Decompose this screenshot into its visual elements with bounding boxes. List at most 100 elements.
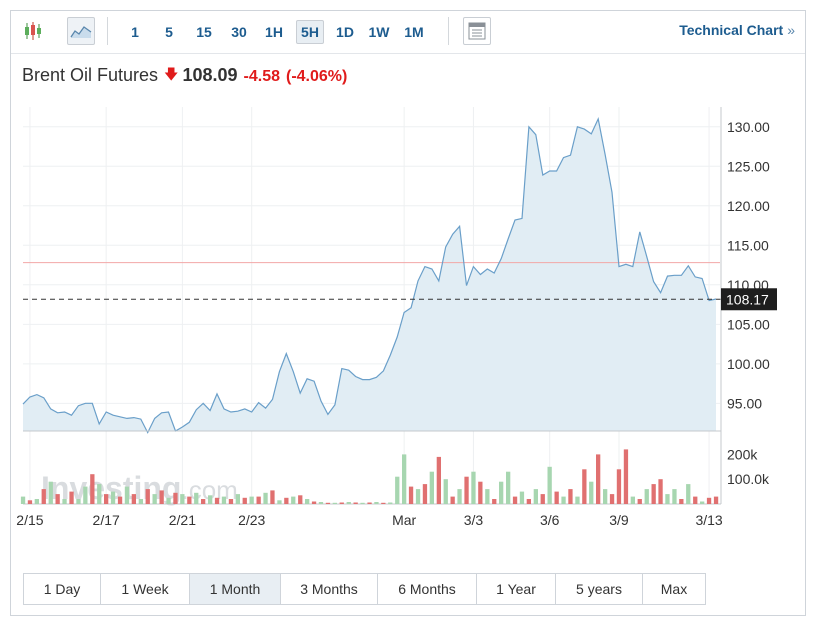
volume-bar (159, 490, 164, 504)
price-tick-label: 115.00 (727, 237, 769, 253)
volume-bar (478, 481, 483, 504)
volume-bar (422, 484, 428, 504)
range-5-years[interactable]: 5 years (556, 574, 643, 604)
volume-bar (62, 499, 67, 504)
last-price: 108.09 (182, 65, 238, 85)
volume-bar (672, 489, 677, 504)
range-1-day[interactable]: 1 Day (24, 574, 101, 604)
date-tick-label: 3/9 (609, 512, 629, 528)
volume-bar (228, 499, 234, 504)
volume-bar (201, 499, 206, 504)
range-3-months[interactable]: 3 Months (281, 574, 378, 604)
volume-bar (325, 502, 331, 504)
volume-bar (651, 484, 656, 504)
volume-bar (83, 486, 88, 504)
range-1-week[interactable]: 1 Week (101, 574, 190, 604)
interval-5[interactable]: 5 (159, 20, 179, 44)
quote-header: Brent Oil Futures 🡇 108.09 -4.58 (-4.06%) (22, 65, 347, 90)
date-tick-label: 2/23 (238, 512, 265, 528)
volume-bar (339, 502, 344, 504)
volume-bar (485, 489, 490, 504)
interval-1w[interactable]: 1W (365, 20, 393, 44)
volume-bar (616, 469, 622, 504)
volume-bar (686, 484, 691, 504)
volume-bar (27, 500, 33, 504)
range-1-year[interactable]: 1 Year (477, 574, 556, 604)
volume-bar (402, 454, 407, 504)
price-chart[interactable]: Investing.com130.00125.00120.00115.00110… (11, 107, 805, 547)
volume-bar (526, 499, 531, 504)
volume-bar (20, 496, 26, 504)
volume-bar (700, 501, 705, 504)
area-chart-icon[interactable] (67, 17, 95, 45)
volume-bar (457, 489, 462, 504)
price-tick-label: 125.00 (727, 158, 770, 174)
volume-bar (596, 454, 601, 504)
volume-bar (658, 479, 663, 504)
date-tick-label: 2/17 (93, 512, 120, 528)
price-change-percent: (-4.06%) (285, 68, 348, 85)
interval-1h[interactable]: 1H (261, 20, 287, 44)
interval-15[interactable]: 15 (192, 20, 216, 44)
volume-bar (235, 494, 240, 504)
current-price-label: 108.17 (726, 291, 769, 307)
volume-bar (464, 476, 469, 504)
double-chevron-right-icon: » (787, 22, 795, 38)
date-tick-label: 2/21 (169, 512, 196, 528)
volume-bar (388, 502, 393, 504)
volume-bar (173, 492, 178, 504)
toolbar-divider (448, 17, 449, 45)
volume-bar (547, 466, 552, 504)
volume-bar (76, 499, 81, 504)
layout-icon[interactable] (463, 17, 491, 45)
volume-bar (138, 499, 143, 504)
volume-bar (623, 449, 629, 504)
date-tick-label: 3/3 (464, 512, 484, 528)
volume-bar (353, 502, 358, 504)
price-tick-label: 120.00 (727, 198, 770, 214)
volume-bar (41, 489, 46, 504)
volume-bar (34, 499, 39, 504)
volume-bar (298, 495, 303, 504)
volume-bar (117, 496, 123, 504)
volume-bar (429, 471, 434, 504)
volume-bar (305, 499, 310, 504)
volume-bar (55, 494, 60, 504)
volume-bar (568, 489, 573, 504)
range-6-months[interactable]: 6 Months (378, 574, 477, 604)
volume-bar (492, 499, 497, 504)
volume-bar (263, 492, 268, 504)
interval-30[interactable]: 30 (227, 20, 251, 44)
volume-bar (69, 491, 74, 504)
range-max[interactable]: Max (643, 574, 705, 604)
interval-1[interactable]: 1 (125, 20, 145, 44)
date-tick-label: Mar (392, 512, 416, 528)
technical-chart-label: Technical Chart (679, 22, 784, 38)
volume-bar (221, 496, 227, 504)
volume-bar (665, 494, 670, 504)
date-tick-label: 3/6 (540, 512, 560, 528)
volume-bar (603, 489, 608, 504)
volume-bar (291, 496, 296, 504)
volume-bar (318, 502, 324, 504)
price-change: -4.58 (243, 68, 280, 85)
interval-1m[interactable]: 1M (400, 20, 428, 44)
volume-bar (180, 494, 185, 504)
interval-5h[interactable]: 5H (296, 20, 324, 44)
volume-bar (533, 489, 538, 504)
volume-bar (270, 490, 275, 504)
volume-bar (332, 502, 337, 504)
volume-bar (256, 496, 261, 504)
volume-bar (395, 476, 400, 504)
volume-tick-label: 100.0k (727, 471, 770, 487)
volume-bar (609, 494, 615, 504)
interval-1d[interactable]: 1D (331, 20, 359, 44)
volume-bar (644, 489, 649, 504)
technical-chart-link[interactable]: Technical Chart» (679, 22, 795, 38)
volume-bar (97, 484, 102, 504)
range-1-month[interactable]: 1 Month (190, 574, 281, 604)
volume-bar (415, 489, 421, 504)
candlestick-icon[interactable] (19, 17, 47, 45)
volume-bar (706, 497, 712, 504)
volume-bar (360, 502, 365, 504)
